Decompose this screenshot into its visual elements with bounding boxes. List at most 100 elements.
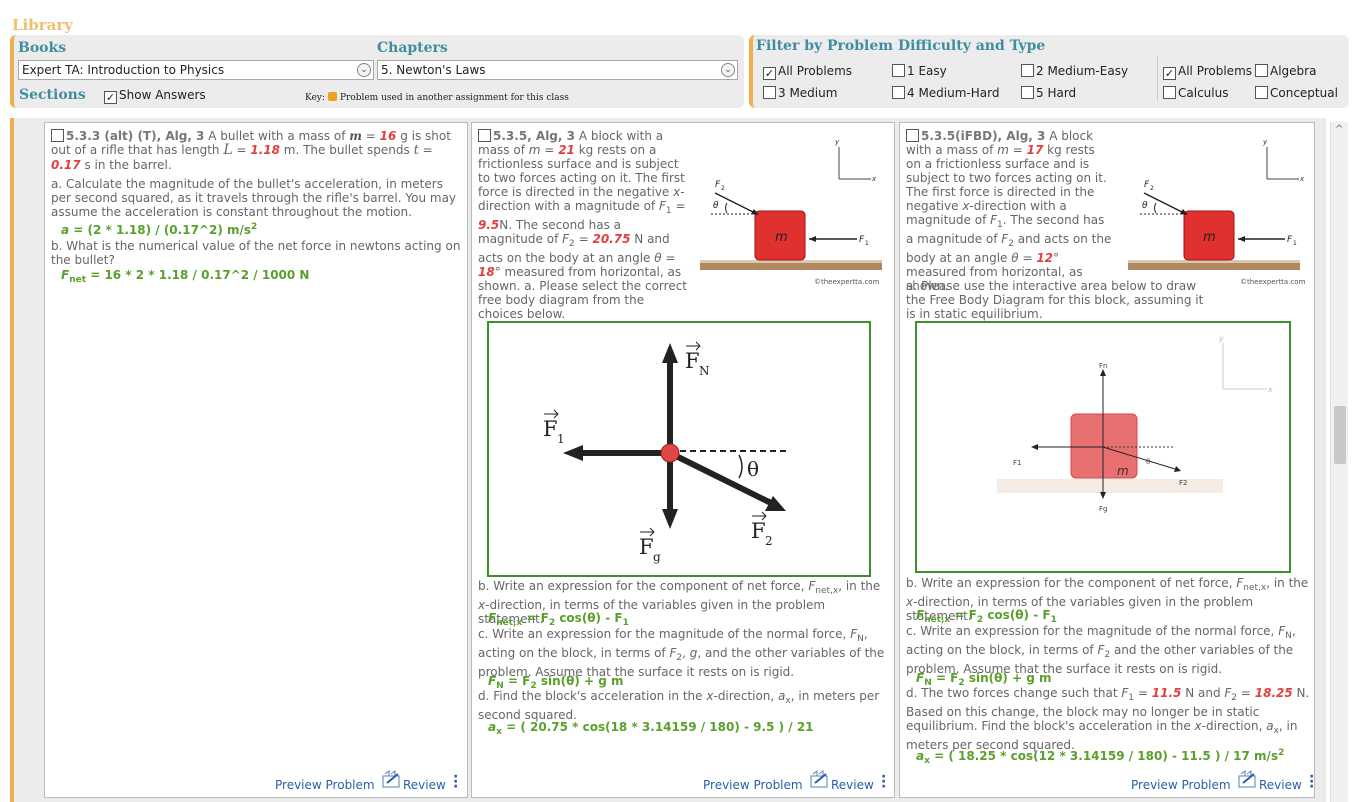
text: 1 — [1128, 693, 1135, 703]
preview-problem-link[interactable]: Preview Problem — [1131, 778, 1231, 792]
filter-label: Conceptual — [1270, 86, 1338, 100]
filter-difficulty-medium-hard[interactable]: 4 Medium-Hard — [892, 86, 999, 100]
books-select[interactable]: Expert TA: Introduction to Physics ⌄ — [18, 60, 374, 80]
text: = F — [954, 608, 977, 622]
filter-difficulty-medium-easy[interactable]: 2 Medium-Easy — [1021, 64, 1128, 78]
preview-problem-link[interactable]: Preview Problem — [275, 778, 375, 792]
more-menu-icon[interactable]: · · · — [453, 770, 458, 794]
filter-label: 4 Medium-Hard — [907, 86, 1000, 100]
review-icon[interactable] — [809, 770, 831, 788]
show-answers-checkbox[interactable]: ✓ Show Answers — [104, 88, 206, 104]
checkbox-checked-icon: ✓ — [1163, 67, 1176, 80]
text: m. The bullet spends — [283, 143, 410, 157]
text: c. Write an expression for the magnitude… — [478, 627, 847, 641]
text: 2 — [569, 239, 575, 249]
review-link[interactable]: Review — [1259, 778, 1302, 792]
filter-label: Calculus — [1178, 86, 1229, 100]
ground — [1128, 262, 1300, 270]
value-f2: 20.75 — [592, 232, 631, 246]
y-axis-label: y — [1218, 334, 1224, 343]
text: = — [1022, 251, 1033, 265]
credit-text: ©theexpertta.com — [814, 278, 880, 286]
fbd-choice[interactable]: θ F N F 1 F g F 2 — [487, 321, 871, 577]
filter-divider — [1157, 55, 1158, 101]
var-L: L — [223, 142, 233, 158]
text: cos(θ) - F — [555, 611, 623, 625]
chapters-select[interactable]: 5. Newton's Laws ⌄ — [377, 60, 738, 80]
filter-label: 2 Medium-Easy — [1036, 64, 1129, 78]
vertical-scrollbar[interactable]: ^ — [1330, 122, 1348, 802]
review-icon[interactable] — [1237, 770, 1259, 788]
checkbox-icon — [1021, 64, 1034, 77]
text: = — [1240, 686, 1251, 700]
f2-sub: 2 — [1150, 185, 1154, 192]
review-link[interactable]: Review — [403, 778, 446, 792]
filter-label: 3 Medium — [778, 86, 838, 100]
text: = F — [507, 674, 531, 688]
text: = — [675, 199, 686, 213]
f2-label: F2 — [1179, 479, 1187, 487]
fn-label: Fn — [1099, 362, 1107, 370]
text: a — [916, 749, 925, 763]
select-problem-checkbox[interactable] — [478, 129, 491, 142]
text: x — [496, 727, 502, 737]
f1-arrowhead — [1031, 444, 1038, 450]
text: = ( 18.25 * cos(12 * 3.14159 / 180) - 11… — [934, 749, 1279, 763]
fg-arrowhead — [662, 509, 678, 529]
f2-sub: 2 — [721, 185, 725, 192]
problem-header: 5.3.3 (alt) (T), Alg, 3 — [66, 129, 205, 143]
used-elsewhere-swatch — [327, 92, 337, 101]
filter-difficulty-medium[interactable]: 3 Medium — [763, 86, 837, 100]
block-mass-label: m — [775, 230, 788, 245]
filter-type-conceptual[interactable]: Conceptual — [1255, 86, 1338, 100]
text: a — [61, 223, 70, 237]
text: F — [916, 608, 925, 622]
chapters-select-value: 5. Newton's Laws — [381, 63, 486, 77]
interactive-fbd-area[interactable]: y x m θ Fn F1 F2 Fg — [915, 321, 1291, 573]
chevron-down-icon: ⌄ — [357, 63, 371, 77]
select-problem-checkbox[interactable] — [51, 129, 64, 142]
f2-sub: 2 — [765, 534, 773, 548]
value-mass: 17 — [1026, 143, 1044, 157]
filter-type-algebra[interactable]: Algebra — [1255, 64, 1316, 78]
text: 2 — [1231, 693, 1238, 703]
fn-sub: N — [699, 364, 710, 378]
value-f1: 9.5 — [478, 218, 500, 232]
fg-arrowhead — [1100, 492, 1106, 499]
var-f1: F — [990, 213, 998, 227]
text: = (2 * 1.18) / (0.17^2) m/s — [73, 223, 252, 237]
checkbox-icon — [1255, 86, 1268, 99]
filter-panel: Filter by Problem Difficulty and Type ✓ A… — [749, 35, 1349, 108]
text: = — [1137, 686, 1148, 700]
text: F — [61, 268, 70, 282]
select-problem-checkbox[interactable] — [906, 129, 919, 142]
filter-difficulty-all[interactable]: ✓ All Problems — [763, 64, 852, 80]
theta-label: θ — [1142, 201, 1148, 211]
review-icon[interactable] — [381, 770, 403, 788]
answer-a: a = (2 * 1.18) / (0.17^2) m/s2 — [61, 222, 257, 237]
answer-b: Fnet,x = F2 cos(θ) - F1 — [488, 611, 629, 628]
scroll-up-icon[interactable]: ^ — [1335, 124, 1343, 135]
filter-difficulty-hard[interactable]: 5 Hard — [1021, 86, 1076, 100]
checkbox-icon — [1021, 86, 1034, 99]
filter-label: 5 Hard — [1036, 86, 1077, 100]
more-menu-icon[interactable]: · · · — [1309, 770, 1314, 794]
value-f2: 18.25 — [1254, 686, 1293, 700]
x-axis-label: x — [1299, 175, 1305, 183]
key-legend: Key: Problem used in another assignment f… — [305, 92, 569, 103]
filter-label: 1 Easy — [907, 64, 947, 78]
text: N — [1285, 631, 1292, 641]
text: sin(θ) + g m — [964, 671, 1052, 685]
filter-type-calculus[interactable]: Calculus — [1163, 86, 1228, 100]
show-answers-label: Show Answers — [119, 88, 206, 102]
text: -direction, — [713, 689, 775, 703]
scroll-thumb[interactable] — [1334, 406, 1346, 464]
checkbox-icon — [763, 86, 776, 99]
var-t: t — [413, 143, 419, 158]
problem-statement: 5.3.3 (alt) (T), Alg, 3 A bullet with a … — [51, 129, 461, 172]
more-menu-icon[interactable]: · · · — [881, 770, 886, 794]
review-link[interactable]: Review — [831, 778, 874, 792]
filter-type-all[interactable]: ✓ All Problems — [1163, 64, 1252, 80]
filter-difficulty-easy[interactable]: 1 Easy — [892, 64, 947, 78]
preview-problem-link[interactable]: Preview Problem — [703, 778, 803, 792]
